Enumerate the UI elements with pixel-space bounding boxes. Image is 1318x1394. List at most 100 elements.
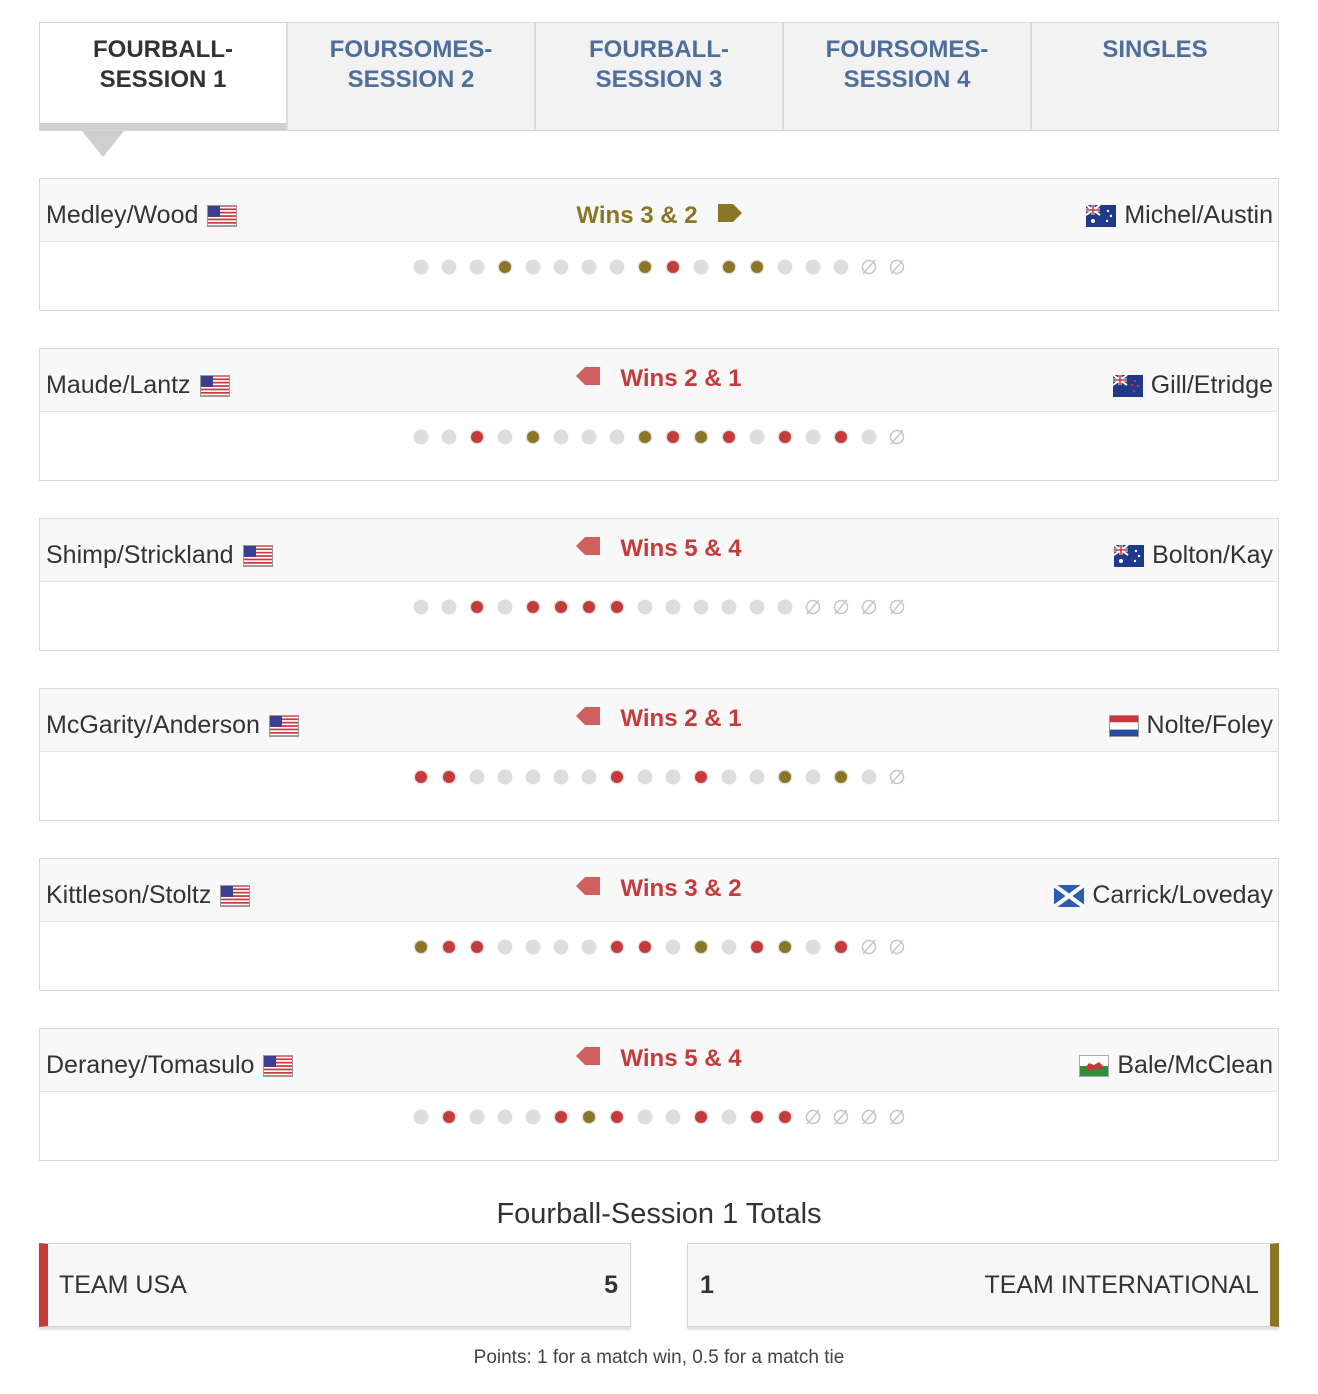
hole-international-dot (497, 259, 513, 275)
result-text: Wins 3 & 2 (620, 875, 742, 902)
hole-halved-dot (665, 769, 681, 785)
match-card: Medley/Wood Wins 3 & 2 Michel/Austin (39, 178, 1279, 311)
result-text: Wins 5 & 4 (620, 535, 742, 562)
hole-halved-dot (413, 599, 429, 615)
arrow-left-icon (576, 875, 601, 903)
hole-halved-dot (525, 259, 541, 275)
hole-unplayed-icon (889, 769, 905, 785)
hole-halved-dot (525, 939, 541, 955)
international-team-name: Carrick/Loveday (1092, 881, 1273, 909)
hole-usa-dot (441, 769, 457, 785)
result-text: Wins 3 & 2 (576, 202, 698, 229)
hole-by-hole-dots (40, 1109, 1278, 1127)
hole-halved-dot (861, 769, 877, 785)
international-team-name: Bolton/Kay (1152, 541, 1273, 569)
hole-halved-dot (861, 429, 877, 445)
tab-foursomes-session-4[interactable]: FOURSOMES- SESSION 4 (782, 23, 1030, 130)
hole-halved-dot (497, 1109, 513, 1125)
hole-halved-dot (413, 259, 429, 275)
hole-halved-dot (777, 599, 793, 615)
hole-halved-dot (693, 259, 709, 275)
hole-halved-dot (581, 939, 597, 955)
arrow-left-icon (576, 705, 601, 733)
team-usa-score: 5 (604, 1271, 618, 1299)
hole-usa-dot (469, 939, 485, 955)
arrow-left-icon (576, 365, 601, 393)
team-usa-label: TEAM USA (59, 1271, 187, 1299)
hole-unplayed-icon (833, 599, 849, 615)
hole-by-hole-dots (40, 769, 1278, 787)
hole-halved-dot (441, 259, 457, 275)
hole-international-dot (777, 939, 793, 955)
hole-halved-dot (721, 769, 737, 785)
hole-unplayed-icon (861, 259, 877, 275)
hole-usa-dot (469, 599, 485, 615)
hole-usa-dot (665, 429, 681, 445)
international-team: Bolton/Kay (1113, 541, 1273, 570)
hole-international-dot (581, 1109, 597, 1125)
match-card: McGarity/Anderson Wins 2 & 1 Nolte/Foley (39, 688, 1279, 821)
netherlands-flag-icon (1108, 714, 1139, 737)
hole-unplayed-icon (889, 1109, 905, 1125)
tab-fourball-session-3[interactable]: FOURBALL- SESSION 3 (534, 23, 782, 130)
session-tabs: FOURBALL- SESSION 1 FOURSOMES- SESSION 2… (39, 22, 1279, 131)
match-header: Shimp/Strickland Wins 5 & 4 Bolton/Kay (40, 519, 1278, 582)
hole-halved-dot (581, 769, 597, 785)
match-header: Deraney/Tomasulo Wins 5 & 4 Bale/McClean (40, 1029, 1278, 1092)
tab-foursomes-session-2[interactable]: FOURSOMES- SESSION 2 (286, 23, 534, 130)
hole-halved-dot (609, 259, 625, 275)
hole-unplayed-icon (889, 259, 905, 275)
match-card: Maude/Lantz Wins 2 & 1 Gill/Etridge (39, 348, 1279, 481)
hole-halved-dot (413, 1109, 429, 1125)
hole-international-dot (777, 769, 793, 785)
hole-usa-dot (665, 259, 681, 275)
match-card: Kittleson/Stoltz Wins 3 & 2 Carrick/Love… (39, 858, 1279, 991)
hole-international-dot (749, 259, 765, 275)
match-header: McGarity/Anderson Wins 2 & 1 Nolte/Foley (40, 689, 1278, 752)
hole-halved-dot (469, 259, 485, 275)
new-zealand-flag-icon (1112, 373, 1143, 397)
hole-halved-dot (721, 599, 737, 615)
hole-halved-dot (805, 939, 821, 955)
result-text: Wins 5 & 4 (620, 1045, 742, 1072)
australia-flag-icon (1113, 543, 1145, 567)
result-text: Wins 2 & 1 (620, 705, 742, 732)
hole-international-dot (413, 939, 429, 955)
hole-halved-dot (469, 769, 485, 785)
hole-by-hole-dots (40, 429, 1278, 447)
match-card: Deraney/Tomasulo Wins 5 & 4 Bale/McClean (39, 1028, 1279, 1161)
totals-title: Fourball-Session 1 Totals (496, 1198, 822, 1230)
hole-usa-dot (609, 939, 625, 955)
international-team-name: Nolte/Foley (1146, 711, 1273, 739)
hole-halved-dot (609, 429, 625, 445)
hole-usa-dot (469, 429, 485, 445)
hole-halved-dot (805, 429, 821, 445)
tab-fourball-session-1[interactable]: FOURBALL- SESSION 1 (40, 23, 286, 130)
international-team: Michel/Austin (1085, 201, 1273, 230)
hole-unplayed-icon (861, 599, 877, 615)
hole-international-dot (637, 429, 653, 445)
hole-halved-dot (441, 429, 457, 445)
hole-halved-dot (525, 1109, 541, 1125)
hole-usa-dot (833, 429, 849, 445)
hole-international-dot (693, 939, 709, 955)
hole-halved-dot (553, 769, 569, 785)
hole-halved-dot (413, 429, 429, 445)
hole-halved-dot (805, 259, 821, 275)
hole-usa-dot (777, 429, 793, 445)
hole-halved-dot (833, 259, 849, 275)
hole-halved-dot (497, 429, 513, 445)
hole-halved-dot (665, 1109, 681, 1125)
tab-singles[interactable]: SINGLES (1030, 23, 1278, 130)
match-result: Wins 2 & 1 (40, 365, 1278, 393)
hole-unplayed-icon (889, 599, 905, 615)
match-card: Shimp/Strickland Wins 5 & 4 Bolton/Kay (39, 518, 1279, 651)
hole-halved-dot (553, 259, 569, 275)
match-result: Wins 2 & 1 (40, 705, 1278, 733)
hole-usa-dot (413, 769, 429, 785)
hole-usa-dot (637, 939, 653, 955)
match-header: Maude/Lantz Wins 2 & 1 Gill/Etridge (40, 349, 1278, 412)
hole-usa-dot (833, 939, 849, 955)
hole-usa-dot (749, 1109, 765, 1125)
active-tab-pointer (82, 131, 124, 157)
